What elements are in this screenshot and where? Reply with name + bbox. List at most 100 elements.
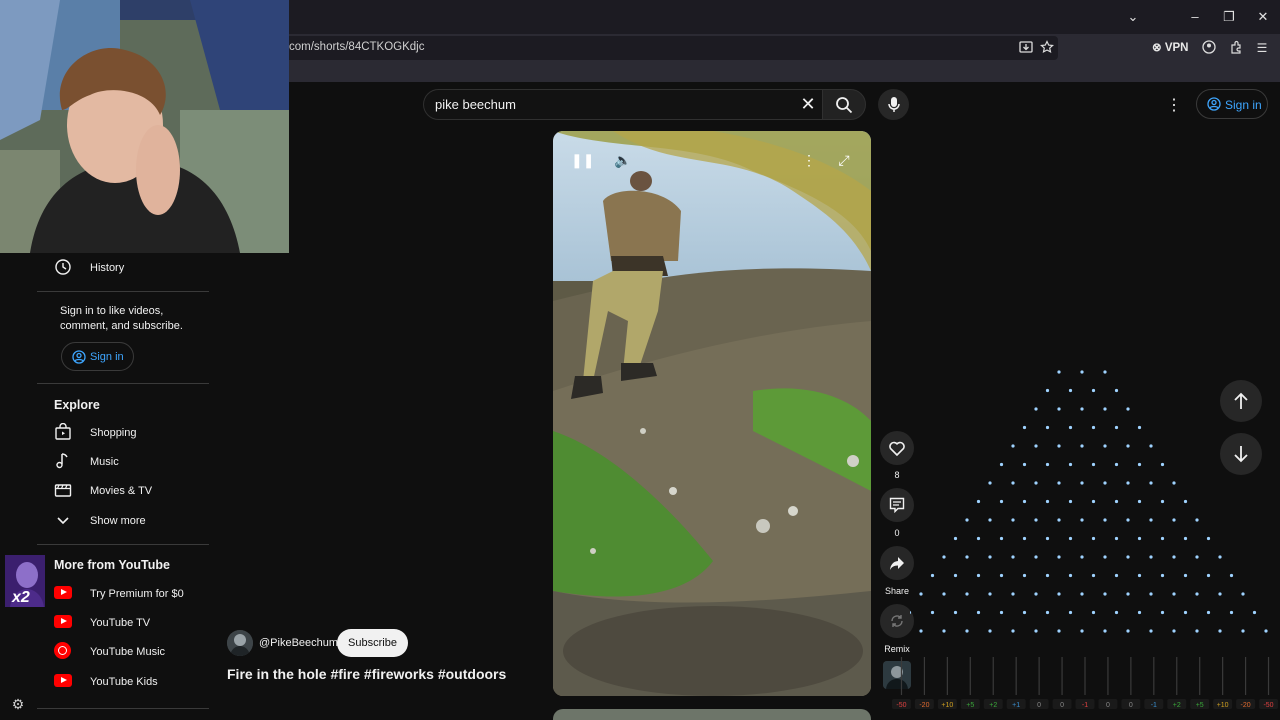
plinko-peg: [1034, 407, 1038, 411]
plinko-peg: [1126, 518, 1130, 522]
microphone-icon: [888, 97, 900, 112]
remix-label: Remix: [884, 644, 910, 654]
plinko-peg: [1080, 592, 1084, 596]
next-short-preview[interactable]: [553, 709, 871, 720]
like-button[interactable]: [880, 431, 914, 465]
plinko-peg: [965, 555, 969, 559]
remix-button[interactable]: [880, 604, 914, 638]
close-window-button[interactable]: ✕: [1254, 8, 1272, 26]
plinko-peg: [942, 592, 946, 596]
music-note-icon: [56, 453, 68, 469]
account-icon[interactable]: [1201, 40, 1217, 56]
search-button[interactable]: [822, 89, 866, 120]
plinko-peg: [1068, 425, 1073, 430]
plinko-peg: [1034, 481, 1038, 485]
plinko-peg: [999, 610, 1004, 615]
vpn-badge[interactable]: ⊗ VPN: [1152, 40, 1189, 54]
plinko-peg: [1080, 370, 1084, 374]
share-button[interactable]: [880, 546, 914, 580]
gear-icon[interactable]: ⚙: [10, 696, 26, 712]
app-menu-icon[interactable]: ☰: [1254, 40, 1270, 56]
account-circle-icon: [72, 350, 86, 364]
subscribe-button[interactable]: Subscribe: [337, 629, 408, 657]
plinko-peg: [1137, 462, 1142, 467]
restore-window-button[interactable]: ❐: [1220, 8, 1238, 26]
plinko-peg: [1080, 555, 1084, 559]
tab-list-chevron-icon[interactable]: ⌄: [1124, 8, 1142, 26]
plinko-peg: [1080, 407, 1084, 411]
plinko-peg: [942, 555, 946, 559]
bookmark-star-icon[interactable]: [1039, 40, 1055, 56]
minimize-window-button[interactable]: –: [1186, 8, 1204, 26]
meter-slot-label: -1: [1151, 702, 1157, 709]
shopping-bag-icon: [55, 423, 71, 440]
short-video-player[interactable]: [553, 131, 871, 696]
sidebar-divider: [37, 291, 209, 292]
plinko-peg: [1091, 499, 1096, 504]
channel-avatar[interactable]: [227, 630, 253, 656]
plinko-peg: [1011, 592, 1015, 596]
plinko-peg: [1114, 573, 1119, 578]
plinko-peg: [1034, 629, 1038, 633]
heart-icon: [889, 441, 905, 456]
plinko-peg: [1137, 610, 1142, 615]
comments-button[interactable]: [880, 488, 914, 522]
plinko-dot-overlay: [910, 370, 1268, 633]
video-frame-image: [553, 131, 871, 696]
search-query-text[interactable]: pike beechum: [435, 97, 516, 112]
plinko-peg: [1103, 518, 1107, 522]
sidebar-sign-in-label: Sign in: [90, 351, 124, 363]
volume-icon[interactable]: 🔈: [612, 149, 634, 171]
plinko-peg: [1103, 555, 1107, 559]
plinko-peg: [1206, 573, 1211, 578]
plinko-peg: [1103, 407, 1107, 411]
plinko-peg: [1229, 610, 1234, 615]
plinko-peg: [910, 610, 912, 615]
plinko-peg: [1045, 499, 1050, 504]
webcam-overlay: [0, 0, 289, 253]
plinko-peg: [1091, 425, 1096, 430]
plinko-peg: [1091, 573, 1096, 578]
plinko-peg: [1068, 573, 1073, 578]
short-title: Fire in the hole #fire #fireworks #outdo…: [227, 666, 507, 682]
plinko-peg: [999, 573, 1004, 578]
sidebar-divider: [37, 708, 209, 709]
plinko-peg: [1057, 370, 1061, 374]
share-arrow-icon: [890, 557, 904, 570]
explore-heading: Explore: [54, 398, 100, 412]
plinko-peg: [1126, 592, 1130, 596]
plinko-peg: [1068, 610, 1073, 615]
plinko-peg: [1114, 425, 1119, 430]
plinko-peg: [1080, 629, 1084, 633]
sidebar-item-label: YouTube Music: [90, 646, 166, 658]
install-app-icon[interactable]: [1018, 40, 1034, 56]
fullscreen-icon[interactable]: ⤢: [833, 149, 855, 171]
plinko-peg: [1195, 518, 1199, 522]
plinko-peg: [1114, 388, 1119, 393]
plinko-peg: [988, 629, 992, 633]
sidebar-sign-in-button[interactable]: Sign in: [61, 342, 134, 371]
clear-search-icon[interactable]: ✕: [798, 94, 818, 114]
plinko-peg: [1137, 499, 1142, 504]
plinko-peg: [1252, 610, 1257, 615]
channel-handle[interactable]: @PikeBeechum: [259, 637, 338, 649]
address-bar-url[interactable]: com/shorts/84CTKOGKdjc: [289, 41, 424, 53]
plinko-peg: [1149, 444, 1153, 448]
settings-kebab-icon[interactable]: ⋮: [1166, 95, 1182, 114]
pause-icon[interactable]: ❚❚: [571, 149, 594, 171]
sidebar-item-label: History: [90, 262, 125, 274]
plinko-peg: [1011, 518, 1015, 522]
sidebar-item-label: Movies & TV: [90, 485, 153, 497]
plinko-peg: [953, 610, 958, 615]
header-sign-in-button[interactable]: Sign in: [1196, 89, 1268, 119]
plinko-multiplier-meter: -50 -20 +10 +5 +2 +1 0 0 -1 0 0 -1 +2 +5 +10 -20 -50: [892, 657, 1278, 709]
video-more-options-icon[interactable]: ⋮: [798, 149, 820, 171]
plinko-peg: [953, 536, 958, 541]
voice-search-button[interactable]: [878, 89, 909, 120]
sidebar-item-label: Shopping: [90, 427, 137, 439]
comment-icon: [889, 497, 905, 513]
plinko-peg: [1160, 536, 1165, 541]
sign-in-prompt: Sign in to like videos, comment, and sub…: [60, 304, 200, 334]
webcam-feed-image: [0, 0, 289, 253]
extensions-icon[interactable]: [1228, 40, 1244, 56]
